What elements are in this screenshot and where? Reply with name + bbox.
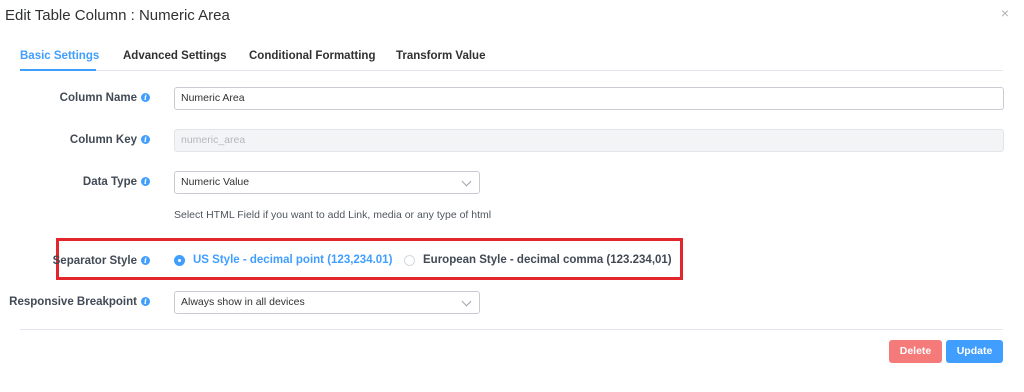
radio-european-style-label[interactable]: European Style - decimal comma (123.234,… bbox=[423, 254, 672, 266]
column-key-label: Column Key i bbox=[70, 134, 150, 146]
radio-us-style-label[interactable]: US Style - decimal point (123,234.01) bbox=[193, 254, 392, 266]
tab-bar: Basic Settings Advanced Settings Conditi… bbox=[20, 44, 1003, 71]
responsive-breakpoint-label: Responsive Breakpoint i bbox=[9, 296, 150, 308]
tab-advanced-settings[interactable]: Advanced Settings bbox=[123, 50, 227, 62]
column-name-label: Column Name i bbox=[60, 92, 150, 104]
data-type-help-text: Select HTML Field if you want to add Lin… bbox=[174, 209, 492, 221]
active-tab-indicator bbox=[20, 69, 96, 71]
responsive-breakpoint-select[interactable]: Always show in all devices bbox=[174, 291, 480, 314]
close-icon[interactable]: × bbox=[998, 6, 1012, 20]
data-type-select[interactable]: Numeric Value bbox=[174, 171, 480, 194]
data-type-label: Data Type i bbox=[83, 176, 150, 188]
dialog-title: Edit Table Column : Numeric Area bbox=[5, 7, 230, 24]
info-icon[interactable]: i bbox=[141, 256, 150, 265]
chevron-down-icon bbox=[461, 296, 472, 307]
tab-conditional-formatting[interactable]: Conditional Formatting bbox=[249, 50, 375, 62]
data-type-selected-value: Numeric Value bbox=[181, 176, 250, 188]
chevron-down-icon bbox=[461, 176, 472, 187]
footer-divider bbox=[20, 329, 1003, 330]
tab-basic-settings[interactable]: Basic Settings bbox=[20, 50, 99, 62]
info-icon[interactable]: i bbox=[141, 93, 150, 102]
radio-checked-icon[interactable] bbox=[174, 255, 185, 266]
responsive-breakpoint-selected-value: Always show in all devices bbox=[181, 296, 305, 308]
separator-style-label: Separator Style i bbox=[53, 255, 150, 267]
radio-unchecked-icon[interactable] bbox=[404, 255, 415, 266]
info-icon[interactable]: i bbox=[141, 177, 150, 186]
info-icon[interactable]: i bbox=[141, 297, 150, 306]
tab-transform-value[interactable]: Transform Value bbox=[396, 50, 485, 62]
column-name-input[interactable]: Numeric Area bbox=[174, 87, 1004, 110]
info-icon[interactable]: i bbox=[141, 135, 150, 144]
delete-button[interactable]: Delete bbox=[889, 340, 942, 363]
update-button[interactable]: Update bbox=[946, 340, 1003, 363]
column-key-input: numeric_area bbox=[174, 129, 1004, 152]
